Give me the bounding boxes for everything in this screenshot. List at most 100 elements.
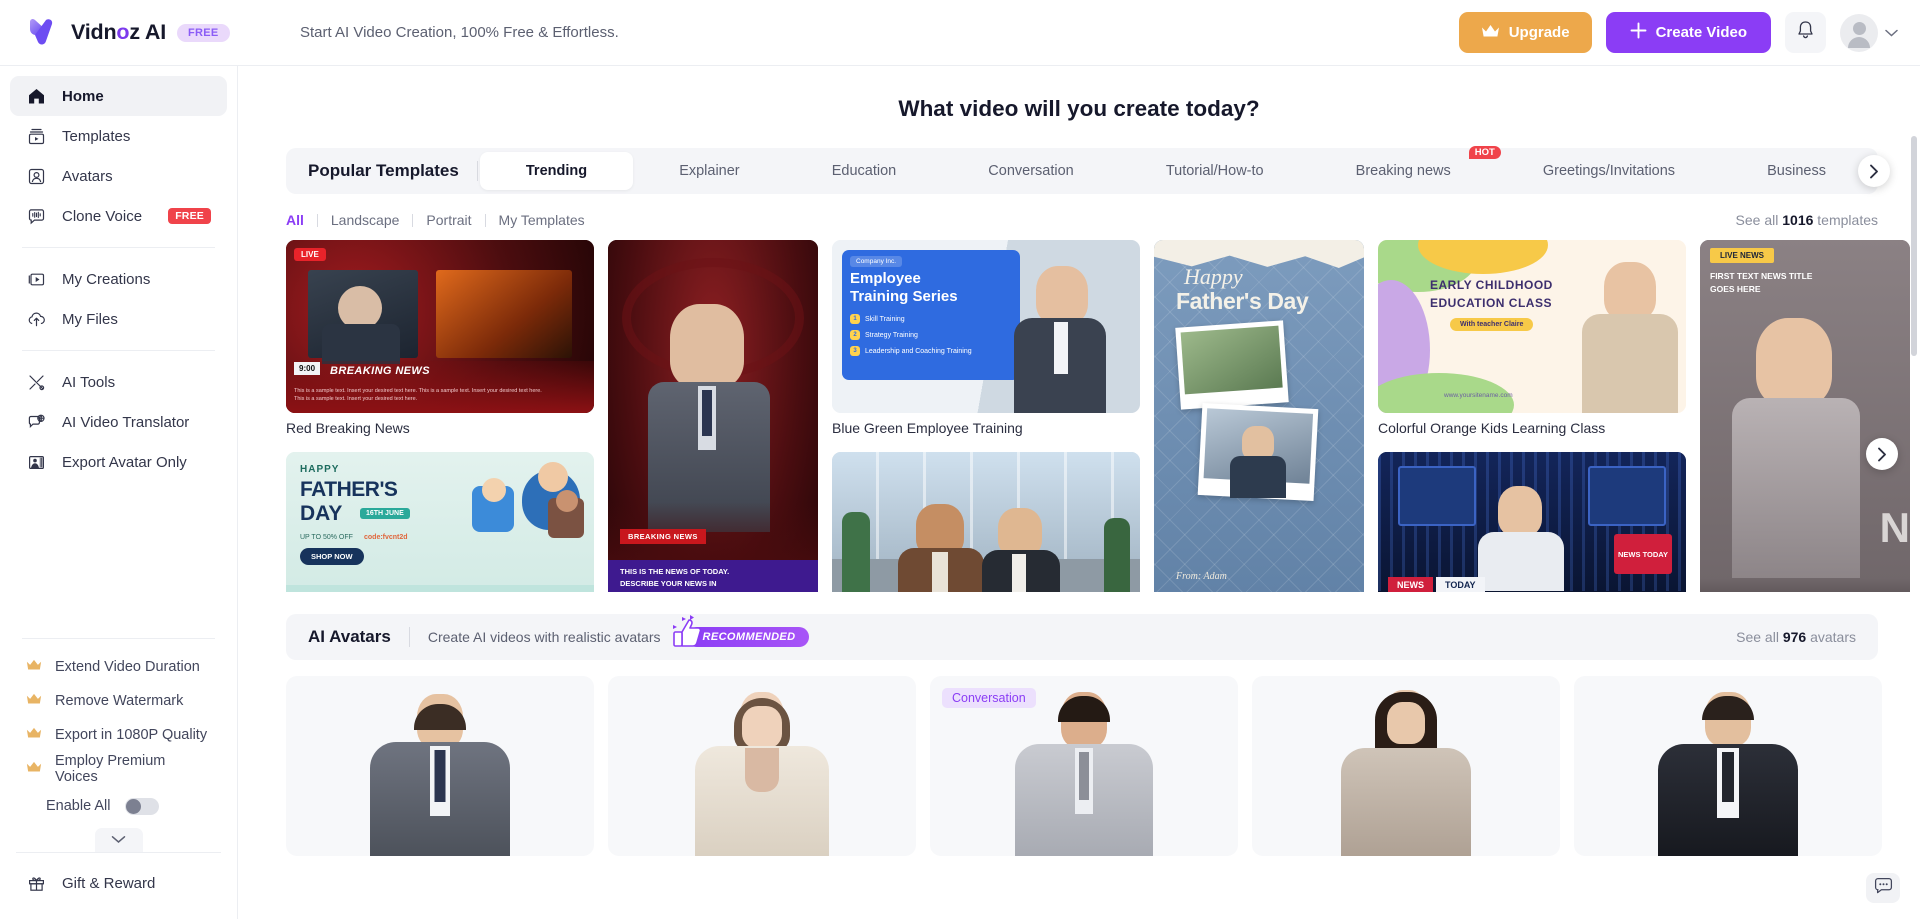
filter-landscape[interactable]: Landscape (331, 212, 400, 228)
tab-business[interactable]: Business (1721, 152, 1872, 190)
templates-carousel: LIVE 9:00 BREAKING NEWS This is a sample… (286, 240, 1920, 592)
template-overlay-text: Employee (850, 270, 921, 287)
chat-icon (1874, 877, 1893, 899)
category-tabs: Popular Templates Trending Explainer Edu… (286, 148, 1878, 194)
tab-greetings-invitations[interactable]: Greetings/Invitations (1497, 152, 1721, 190)
template-card[interactable]: Happy Father's Day From: Adam Dad, thank… (1154, 240, 1364, 592)
tabs-next-button[interactable] (1858, 155, 1890, 187)
template-overlay-text: DAY (300, 502, 342, 526)
sidebar-item-clone-voice[interactable]: Clone Voice FREE (10, 196, 227, 236)
filter-my-templates[interactable]: My Templates (499, 212, 585, 228)
template-overlay-text: EARLY CHILDHOOD (1430, 278, 1553, 292)
template-card[interactable]: LIVE 9:00 BREAKING NEWS This is a sample… (286, 240, 594, 444)
avatars-icon (26, 166, 46, 186)
sidebar-divider-4 (16, 852, 221, 853)
header-tagline: Start AI Video Creation, 100% Free & Eff… (300, 24, 619, 41)
sidebar-label: Templates (62, 128, 130, 145)
tab-conversation[interactable]: Conversation (942, 152, 1120, 190)
template-overlay-text: GOES HERE (1710, 283, 1812, 296)
template-card[interactable]: BREAKING NEWS THIS IS THE NEWS OF TODAY.… (608, 240, 818, 592)
avatar-card[interactable] (1574, 676, 1882, 856)
sidebar-label: Avatars (62, 168, 113, 185)
user-menu[interactable] (1840, 14, 1898, 52)
avatar-card[interactable] (1252, 676, 1560, 856)
template-thumbnail: BREAKING NEWS THIS IS THE NEWS OF TODAY.… (608, 240, 818, 592)
template-card[interactable]: Company Inc. Employee Training Series 1S… (832, 240, 1140, 444)
notifications-button[interactable] (1785, 12, 1826, 53)
template-thumbnail: LIVE NEWS FIRST TEXT NEWS TITLE GOES HER… (1700, 240, 1910, 592)
template-overlay-text: Company Inc. (850, 256, 902, 267)
avatar-card[interactable]: Conversation (930, 676, 1238, 856)
sidebar-label: My Creations (62, 271, 150, 288)
sidebar-label: AI Tools (62, 374, 115, 391)
tab-trending[interactable]: Trending (480, 152, 633, 190)
tab-education[interactable]: Education (786, 152, 943, 190)
template-card[interactable]: EARLY CHILDHOOD EDUCATION CLASS With tea… (1378, 240, 1686, 444)
ai-avatars-section-header: AI Avatars Create AI videos with realist… (286, 614, 1878, 660)
template-card[interactable]: NEWS TODAY NEWS TODAY News Today (1378, 452, 1686, 592)
templates-column: Company Inc. Employee Training Series 1S… (832, 240, 1140, 592)
upgrade-button[interactable]: Upgrade (1459, 12, 1592, 53)
template-card[interactable]: Minimalist Office Conversation (832, 452, 1140, 592)
files-icon (26, 309, 46, 329)
chevron-down-icon (1885, 24, 1898, 42)
tab-explainer[interactable]: Explainer (633, 152, 786, 190)
chat-support-button[interactable] (1866, 873, 1900, 903)
enable-all-toggle[interactable] (125, 798, 159, 815)
template-overlay-text: NEWS (1388, 577, 1433, 592)
sidebar-item-home[interactable]: Home (10, 76, 227, 116)
template-thumbnail: LIVE 9:00 BREAKING NEWS This is a sample… (286, 240, 594, 413)
export-avatar-icon (26, 452, 46, 472)
sidebar-label: Home (62, 88, 104, 105)
template-card[interactable]: HAPPY FATHER'S DAY 16TH JUNE UP TO 50% O… (286, 452, 594, 592)
template-card[interactable]: LIVE NEWS FIRST TEXT NEWS TITLE GOES HER… (1700, 240, 1910, 592)
avatar-card[interactable] (286, 676, 594, 856)
tab-breaking-news[interactable]: Breaking news HOT (1310, 152, 1497, 190)
perk-export-1080p[interactable]: Export in 1080P Quality (0, 718, 237, 752)
perk-remove-watermark[interactable]: Remove Watermark (0, 684, 237, 718)
page-title: What video will you create today? (238, 96, 1920, 122)
sidebar-label: AI Video Translator (62, 414, 189, 431)
sidebar-item-gift-reward[interactable]: Gift & Reward (0, 861, 237, 905)
templates-next-button[interactable] (1866, 438, 1898, 470)
sidebar-item-export-avatar-only[interactable]: Export Avatar Only (10, 442, 227, 482)
sidebar-item-my-files[interactable]: My Files (10, 299, 227, 339)
vidnoz-logo-icon (26, 16, 60, 50)
sidebar-item-ai-video-translator[interactable]: AI Video Translator (10, 402, 227, 442)
hot-badge: HOT (1469, 146, 1501, 159)
recommended-badge: RECOMMENDED (687, 627, 809, 647)
sidebar-item-templates[interactable]: Templates (10, 116, 227, 156)
template-overlay-text: LIVE (294, 248, 326, 261)
sidebar-label: My Files (62, 311, 118, 328)
perk-label: Extend Video Duration (55, 659, 200, 675)
sidebar-badge-free: FREE (168, 208, 211, 224)
template-overlay-text: FATHER'S (300, 478, 397, 502)
filter-divider (485, 214, 486, 227)
sidebar-item-my-creations[interactable]: My Creations (10, 259, 227, 299)
perk-extend-video-duration[interactable]: Extend Video Duration (0, 650, 237, 684)
see-all-templates[interactable]: See all 1016 templates (1736, 212, 1878, 228)
filter-all[interactable]: All (286, 212, 304, 228)
template-overlay-text: code:fvcnt2d (364, 534, 408, 541)
brand-logo[interactable]: Vidnoz AI FREE (26, 16, 238, 50)
tab-tutorial-howto[interactable]: Tutorial/How-to (1120, 152, 1310, 190)
sidebar-item-avatars[interactable]: Avatars (10, 156, 227, 196)
page-scrollbar[interactable] (1911, 136, 1917, 356)
avatar-card[interactable] (608, 676, 916, 856)
recommended-badge-wrap: RECOMMENDED (687, 627, 809, 647)
template-overlay-text: Training Series (850, 288, 958, 305)
create-video-button[interactable]: Create Video (1606, 12, 1771, 53)
templates-columns: LIVE 9:00 BREAKING NEWS This is a sample… (286, 240, 1920, 592)
crown-icon (26, 693, 42, 709)
brand-name: Vidnoz AI (71, 20, 166, 45)
templates-icon (26, 126, 46, 146)
plus-icon (1630, 22, 1647, 43)
see-all-avatars[interactable]: See all 976 avatars (1736, 629, 1856, 645)
sidebar-collapse-button[interactable] (95, 828, 143, 852)
perk-premium-voices[interactable]: Employ Premium Voices (0, 752, 237, 786)
template-overlay-text: With teacher Claire (1450, 318, 1533, 331)
home-icon (26, 86, 46, 106)
filter-portrait[interactable]: Portrait (426, 212, 471, 228)
template-overlay-text: Leadership and Coaching Training (865, 348, 972, 355)
sidebar-item-ai-tools[interactable]: AI Tools (10, 362, 227, 402)
